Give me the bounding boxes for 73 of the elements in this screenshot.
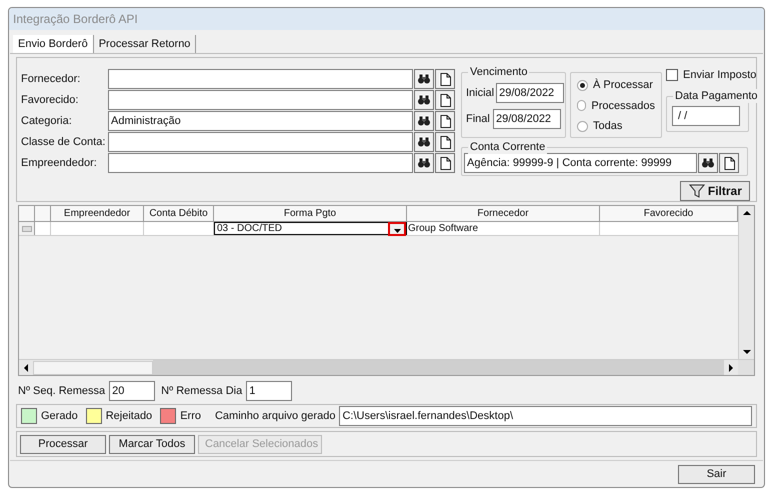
search-button[interactable] [414, 111, 434, 131]
action-button[interactable]: Marcar Todos [109, 434, 195, 454]
legend-label: Erro [180, 408, 201, 424]
new-button[interactable] [435, 153, 455, 173]
document-icon [724, 156, 734, 170]
document-icon [440, 114, 450, 128]
exit-button[interactable]: Sair [678, 465, 755, 484]
field-label: Classe de Conta: [21, 134, 106, 150]
radio-option[interactable]: Todas [577, 118, 655, 134]
window-title: Integração Borderô API [13, 11, 138, 28]
vertical-scrollbar[interactable] [738, 206, 754, 359]
table-cell: Group Software [407, 222, 600, 235]
binoculars-icon [418, 95, 430, 105]
legend-label: Gerado [41, 408, 78, 424]
field-label: Favorecido: [21, 92, 80, 108]
checkbox[interactable]: Enviar Imposto [666, 67, 756, 84]
input-field[interactable] [108, 69, 413, 89]
input-field[interactable]: Administração [108, 111, 413, 131]
field-label: Nº Remessa Dia [161, 384, 242, 399]
column-header[interactable]: Forma Pgto [214, 206, 407, 221]
row-indicator-icon [22, 226, 32, 232]
binoculars-icon [418, 74, 430, 84]
new-button[interactable] [435, 90, 455, 110]
date-field[interactable]: / / [672, 106, 740, 126]
search-button[interactable] [414, 132, 434, 152]
tab[interactable]: Envio Borderô [13, 35, 94, 53]
input-field[interactable]: 20 [109, 381, 156, 401]
binoculars-icon [418, 158, 430, 168]
input-field[interactable]: 1 [246, 381, 292, 401]
search-button[interactable] [414, 90, 434, 110]
column-header[interactable]: Empreendedor [51, 206, 144, 221]
legend-label: Rejeitado [106, 408, 152, 424]
funnel-icon [688, 184, 705, 198]
action-button[interactable]: Processar [20, 434, 106, 454]
input-field[interactable] [108, 90, 413, 110]
date-field[interactable]: 29/08/2022 [496, 83, 564, 103]
dropdown-field[interactable]: 03 - DOC/TED [214, 222, 407, 235]
document-icon [440, 136, 450, 148]
field-label: Final [466, 112, 491, 127]
new-button[interactable] [435, 132, 455, 152]
document-icon [440, 72, 450, 86]
field-label: Inicial [466, 86, 494, 101]
date-field[interactable]: 29/08/2022 [493, 109, 561, 129]
field-label: Empreendedor: [21, 156, 98, 171]
column-header[interactable]: Fornecedor [407, 206, 600, 221]
scroll-thumb[interactable] [33, 360, 153, 374]
radio-option[interactable]: À Processar [577, 77, 655, 94]
new-button[interactable] [435, 111, 455, 131]
scrollbar-corner [738, 360, 754, 375]
field-label: Categoria: [21, 114, 73, 129]
new-button[interactable] [719, 153, 739, 173]
new-button[interactable] [435, 69, 455, 89]
search-button[interactable] [414, 153, 434, 173]
search-button[interactable] [698, 153, 718, 173]
radio-option[interactable]: Processados [577, 98, 655, 114]
document-icon [440, 156, 450, 170]
input-field[interactable]: Agência: 99999-9 | Conta corrente: 99999 [464, 153, 697, 173]
field-label: Nº Seq. Remessa [18, 384, 106, 399]
binoculars-icon [702, 158, 714, 168]
input-field[interactable] [108, 132, 413, 152]
document-icon [440, 94, 450, 106]
input-field[interactable]: C:\Users\israel.fernandes\Desktop\ [339, 406, 752, 426]
filter-button[interactable]: Filtrar [680, 181, 750, 201]
horizontal-scrollbar[interactable] [19, 360, 738, 375]
input-field[interactable] [108, 153, 413, 173]
group-legend: Conta Corrente [468, 140, 548, 154]
column-header[interactable]: Conta Débito [144, 206, 214, 221]
field-label: Caminho arquivo gerado [214, 408, 336, 424]
group-legend: Data Pagamento [673, 88, 760, 102]
binoculars-icon [418, 137, 430, 147]
field-label: Fornecedor: [21, 72, 82, 87]
search-button[interactable] [414, 69, 434, 89]
binoculars-icon [418, 116, 430, 126]
